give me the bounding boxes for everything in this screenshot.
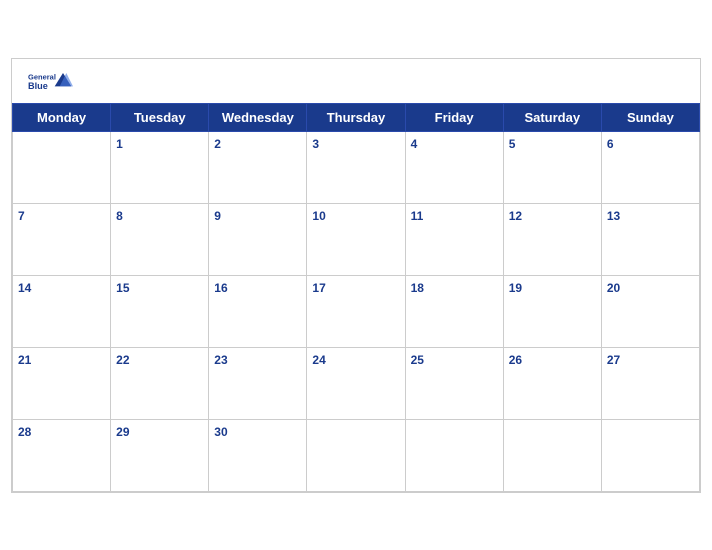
day-cell-13: 13 <box>601 203 699 275</box>
weekday-header-friday: Friday <box>405 103 503 131</box>
day-number-8: 8 <box>116 209 123 223</box>
day-number-16: 16 <box>214 281 227 295</box>
day-cell-12: 12 <box>503 203 601 275</box>
calendar-table: MondayTuesdayWednesdayThursdayFridaySatu… <box>12 103 700 492</box>
logo-icon: General Blue <box>28 69 78 97</box>
day-number-22: 22 <box>116 353 129 367</box>
day-number-19: 19 <box>509 281 522 295</box>
day-cell-18: 18 <box>405 275 503 347</box>
day-number-12: 12 <box>509 209 522 223</box>
day-number-20: 20 <box>607 281 620 295</box>
day-cell-23: 23 <box>209 347 307 419</box>
day-number-9: 9 <box>214 209 221 223</box>
day-number-5: 5 <box>509 137 516 151</box>
day-number-1: 1 <box>116 137 123 151</box>
weekday-header-thursday: Thursday <box>307 103 405 131</box>
day-cell-30: 30 <box>209 419 307 491</box>
day-number-17: 17 <box>312 281 325 295</box>
day-number-21: 21 <box>18 353 31 367</box>
calendar: General Blue MondayTuesdayWednesdayThurs… <box>11 58 701 493</box>
day-cell-22: 22 <box>111 347 209 419</box>
day-cell-10: 10 <box>307 203 405 275</box>
svg-text:Blue: Blue <box>28 80 48 90</box>
day-cell-4: 4 <box>405 131 503 203</box>
day-cell-21: 21 <box>13 347 111 419</box>
day-number-4: 4 <box>411 137 418 151</box>
week-row-1: 1 2 3 4 5 6 <box>13 131 700 203</box>
weekday-header-sunday: Sunday <box>601 103 699 131</box>
day-cell-20: 20 <box>601 275 699 347</box>
empty-cell <box>13 131 111 203</box>
week-row-3: 14 15 16 17 18 19 20 <box>13 275 700 347</box>
day-cell-8: 8 <box>111 203 209 275</box>
day-cell-9: 9 <box>209 203 307 275</box>
week-row-2: 7 8 9 10 11 12 13 <box>13 203 700 275</box>
day-number-28: 28 <box>18 425 31 439</box>
weekday-header-row: MondayTuesdayWednesdayThursdayFridaySatu… <box>13 103 700 131</box>
day-cell-14: 14 <box>13 275 111 347</box>
week-row-4: 21 22 23 24 25 26 27 <box>13 347 700 419</box>
day-cell-25: 25 <box>405 347 503 419</box>
day-cell-6: 6 <box>601 131 699 203</box>
weekday-header-wednesday: Wednesday <box>209 103 307 131</box>
day-number-15: 15 <box>116 281 129 295</box>
calendar-header: General Blue <box>12 59 700 103</box>
weekday-header-monday: Monday <box>13 103 111 131</box>
empty-cell <box>503 419 601 491</box>
day-cell-5: 5 <box>503 131 601 203</box>
day-cell-11: 11 <box>405 203 503 275</box>
day-cell-2: 2 <box>209 131 307 203</box>
empty-cell <box>307 419 405 491</box>
day-number-14: 14 <box>18 281 31 295</box>
day-cell-29: 29 <box>111 419 209 491</box>
week-row-5: 28 29 30 <box>13 419 700 491</box>
day-number-25: 25 <box>411 353 424 367</box>
day-cell-16: 16 <box>209 275 307 347</box>
day-number-13: 13 <box>607 209 620 223</box>
weekday-header-tuesday: Tuesday <box>111 103 209 131</box>
day-number-18: 18 <box>411 281 424 295</box>
day-cell-27: 27 <box>601 347 699 419</box>
day-cell-3: 3 <box>307 131 405 203</box>
day-cell-19: 19 <box>503 275 601 347</box>
day-number-23: 23 <box>214 353 227 367</box>
day-cell-17: 17 <box>307 275 405 347</box>
weekday-header-saturday: Saturday <box>503 103 601 131</box>
day-number-27: 27 <box>607 353 620 367</box>
day-number-30: 30 <box>214 425 227 439</box>
day-number-29: 29 <box>116 425 129 439</box>
empty-cell <box>405 419 503 491</box>
day-cell-28: 28 <box>13 419 111 491</box>
day-cell-24: 24 <box>307 347 405 419</box>
day-number-11: 11 <box>411 209 424 223</box>
day-cell-15: 15 <box>111 275 209 347</box>
day-cell-26: 26 <box>503 347 601 419</box>
day-number-10: 10 <box>312 209 325 223</box>
day-number-26: 26 <box>509 353 522 367</box>
day-number-7: 7 <box>18 209 25 223</box>
day-number-3: 3 <box>312 137 319 151</box>
day-number-2: 2 <box>214 137 221 151</box>
day-number-24: 24 <box>312 353 325 367</box>
day-cell-1: 1 <box>111 131 209 203</box>
day-number-6: 6 <box>607 137 614 151</box>
logo: General Blue <box>28 69 78 97</box>
day-cell-7: 7 <box>13 203 111 275</box>
empty-cell <box>601 419 699 491</box>
